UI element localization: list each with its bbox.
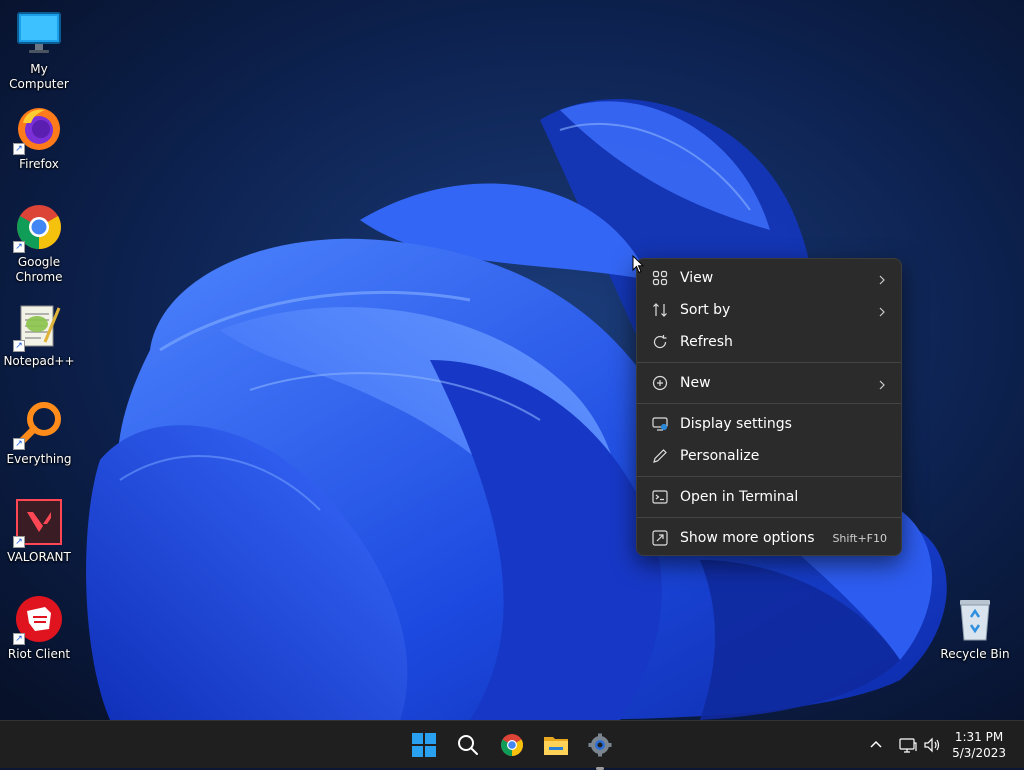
desktop-icon-label: Notepad++ [3, 354, 75, 368]
chevron-right-icon [877, 305, 887, 317]
windows-start-icon [412, 733, 436, 757]
desktop-icon-firefox[interactable]: ↗ Firefox [0, 105, 78, 172]
desktop-icon-my-computer[interactable]: My Computer [0, 10, 78, 92]
chevron-right-icon [877, 378, 887, 390]
mouse-cursor-icon [632, 255, 644, 274]
desktop-icon-recycle-bin[interactable]: Recycle Bin [936, 595, 1014, 662]
menu-item-label: New [680, 375, 711, 391]
display-settings-icon [651, 415, 669, 433]
desktop-icon-label: VALORANT [7, 550, 71, 564]
more-options-icon [651, 529, 669, 547]
notepadpp-icon: ↗ [13, 302, 63, 352]
terminal-icon [651, 488, 669, 506]
desktop-icon-label: Everything [6, 452, 72, 466]
shortcut-arrow-icon: ↗ [13, 241, 25, 253]
chrome-icon [501, 734, 523, 756]
shortcut-arrow-icon: ↗ [13, 633, 25, 645]
taskbar-start-button[interactable] [408, 729, 440, 761]
menu-separator [637, 362, 901, 363]
menu-item-open-in-terminal[interactable]: Open in Terminal [637, 481, 901, 513]
menu-item-label: Show more options [680, 530, 815, 546]
menu-item-label: Sort by [680, 302, 731, 318]
sort-icon [651, 301, 669, 319]
new-plus-icon [651, 374, 669, 392]
desktop-icon-riot-client[interactable]: ↗ Riot Client [0, 595, 78, 662]
clock-date: 5/3/2023 [952, 746, 1006, 760]
taskbar-search-button[interactable] [452, 729, 484, 761]
chevron-right-icon [877, 273, 887, 285]
tray-volume-button[interactable] [922, 735, 942, 755]
shortcut-arrow-icon: ↗ [13, 340, 25, 352]
pen-icon [651, 447, 669, 465]
menu-item-display-settings[interactable]: Display settings [637, 408, 901, 440]
chrome-icon: ↗ [13, 203, 63, 253]
desktop-icon-everything[interactable]: ↗ Everything [0, 400, 78, 467]
menu-item-label: Refresh [680, 334, 733, 350]
menu-separator [637, 476, 901, 477]
desktop-icon-label: Recycle Bin [940, 647, 1010, 661]
menu-item-label: Display settings [680, 416, 792, 432]
monitor-icon [15, 10, 63, 58]
firefox-icon: ↗ [13, 105, 63, 155]
search-icon [458, 735, 478, 755]
menu-separator [637, 517, 901, 518]
tray-network-button[interactable] [898, 735, 918, 755]
network-icon [899, 738, 917, 753]
keyboard-shortcut-label: Shift+F10 [832, 531, 887, 545]
menu-item-view[interactable]: View [637, 262, 901, 294]
desktop-context-menu: View Sort by Refresh New Display setting… [636, 258, 902, 556]
desktop-icon-label: Firefox [19, 157, 59, 171]
valorant-icon: ↗ [13, 498, 63, 548]
menu-item-refresh[interactable]: Refresh [637, 326, 901, 358]
clock-time: 1:31 PM [954, 730, 1004, 744]
menu-item-label: View [680, 270, 714, 286]
everything-search-icon: ↗ [13, 400, 63, 450]
recycle-bin-icon [951, 595, 999, 643]
chevron-up-icon [870, 740, 882, 748]
menu-item-show-more-options[interactable]: Show more options Shift+F10 [637, 522, 901, 554]
menu-item-personalize[interactable]: Personalize [637, 440, 901, 472]
shortcut-arrow-icon: ↗ [13, 438, 25, 450]
volume-icon [924, 737, 940, 753]
tray-show-hidden-icons[interactable] [866, 735, 886, 755]
taskbar-file-explorer-button[interactable] [540, 729, 572, 761]
shortcut-arrow-icon: ↗ [13, 536, 25, 548]
desktop-icon-label: My Computer [9, 62, 69, 91]
desktop-icon-notepadpp[interactable]: ↗ Notepad++ [0, 302, 78, 369]
menu-item-sort-by[interactable]: Sort by [637, 294, 901, 326]
taskbar-settings-button[interactable] [584, 729, 616, 770]
desktop-icon-valorant[interactable]: ↗ VALORANT [0, 498, 78, 565]
riot-client-icon: ↗ [13, 595, 63, 645]
taskbar-clock[interactable]: 1:31 PM 5/3/2023 [952, 729, 1006, 761]
desktop-icon-label: Google Chrome [15, 255, 63, 284]
menu-item-label: Open in Terminal [680, 489, 799, 505]
menu-item-label: Personalize [680, 448, 760, 464]
menu-item-new[interactable]: New [637, 367, 901, 399]
grid-view-icon [651, 269, 669, 287]
desktop-icon-google-chrome[interactable]: ↗ Google Chrome [0, 203, 78, 285]
menu-separator [637, 403, 901, 404]
folder-icon [544, 737, 568, 755]
taskbar-chrome-button[interactable] [496, 729, 528, 761]
taskbar: 1:31 PM 5/3/2023 [0, 720, 1024, 770]
refresh-icon [651, 333, 669, 351]
desktop-icon-label: Riot Client [7, 647, 71, 661]
settings-gear-icon [588, 733, 612, 757]
shortcut-arrow-icon: ↗ [13, 143, 25, 155]
